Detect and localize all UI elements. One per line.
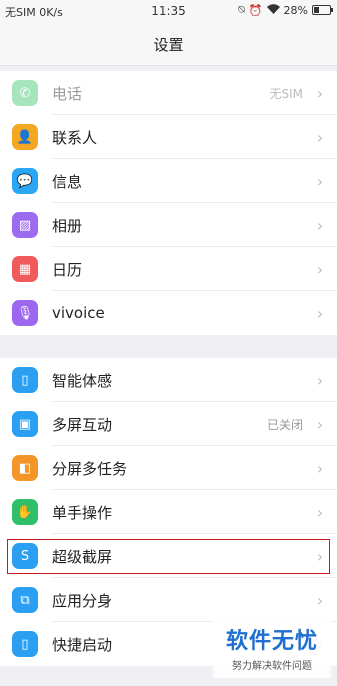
alarm-off-icon: ⍉: [238, 3, 245, 16]
settings-item-value: 已关闭: [266, 417, 303, 432]
quick-launch-icon: ▯: [12, 631, 38, 657]
settings-item-label: 应用分身: [52, 591, 113, 610]
chevron-right-icon: ›: [316, 590, 324, 610]
page-title: 设置: [0, 24, 337, 66]
settings-group-apps: ✆ 电话 无SIM › 👤 联系人 › 💬 信息 › ▨ 相册 › ▦ 日历 › 🎙 vivoice ›: [0, 71, 337, 335]
calendar-icon: ▦: [12, 256, 38, 282]
chevron-right-icon: ›: [316, 171, 324, 191]
watermark-subtitle: 努力解决软件问题: [232, 661, 312, 672]
status-bar: 无SIM 0K/s 11:35 ⍉ ⏰ 28%: [0, 0, 337, 24]
settings-item[interactable]: ▦ 日历 ›: [0, 247, 337, 291]
settings-item[interactable]: 💬 信息 ›: [0, 159, 337, 203]
chevron-right-icon: ›: [316, 414, 324, 434]
chevron-right-icon: ›: [316, 83, 324, 103]
settings-item-label: vivoice: [52, 304, 105, 322]
battery-icon: [312, 5, 333, 15]
settings-item[interactable]: 🎙 vivoice ›: [0, 291, 337, 335]
watermark-title: 软件无忧: [225, 629, 318, 654]
settings-item-label: 智能体感: [52, 371, 113, 390]
settings-item-label: 日历: [52, 260, 83, 279]
settings-item-label: 电话: [52, 84, 83, 103]
settings-item-label: 相册: [52, 216, 83, 235]
message-icon: 💬: [12, 168, 38, 194]
watermark: 软件无忧 努力解决软件问题: [213, 620, 331, 678]
settings-item-label: 多屏互动: [52, 415, 113, 434]
chevron-right-icon: ›: [316, 502, 324, 522]
settings-item[interactable]: ▯ 智能体感 ›: [0, 358, 337, 402]
settings-item-label: 联系人: [52, 128, 98, 147]
chevron-right-icon: ›: [316, 458, 324, 478]
chevron-right-icon: ›: [316, 370, 324, 390]
app-clone-icon: ⧉: [12, 587, 38, 613]
settings-item[interactable]: ▨ 相册 ›: [0, 203, 337, 247]
smart-motion-icon: ▯: [12, 367, 38, 393]
settings-item[interactable]: ⧉ 应用分身 ›: [0, 578, 337, 622]
settings-item-label: 信息: [52, 172, 83, 191]
microphone-icon: 🎙: [12, 300, 38, 326]
chevron-right-icon: ›: [316, 215, 324, 235]
settings-item[interactable]: ✋ 单手操作 ›: [0, 490, 337, 534]
gallery-icon: ▨: [12, 212, 38, 238]
settings-item-value: 无SIM: [269, 86, 303, 101]
highlight-box: [7, 539, 330, 574]
multi-screen-icon: ▣: [12, 411, 38, 437]
settings-item[interactable]: ◧ 分屏多任务 ›: [0, 446, 337, 490]
wifi-icon: [266, 3, 280, 17]
alarm-icon: ⏰: [248, 3, 263, 17]
battery-percent: 28%: [283, 3, 308, 17]
settings-item[interactable]: ✆ 电话 无SIM ›: [0, 71, 337, 115]
status-icons: ⍉ ⏰ 28%: [238, 3, 333, 17]
contacts-icon: 👤: [12, 124, 38, 150]
chevron-right-icon: ›: [316, 259, 324, 279]
settings-item-label: 单手操作: [52, 503, 113, 522]
one-hand-icon: ✋: [12, 499, 38, 525]
phone-icon: ✆: [12, 80, 38, 106]
split-screen-icon: ◧: [12, 455, 38, 481]
settings-item[interactable]: ▣ 多屏互动 已关闭 ›: [0, 402, 337, 446]
chevron-right-icon: ›: [316, 127, 324, 147]
settings-item[interactable]: 👤 联系人 ›: [0, 115, 337, 159]
chevron-right-icon: ›: [316, 303, 324, 323]
settings-item-label: 分屏多任务: [52, 459, 128, 478]
